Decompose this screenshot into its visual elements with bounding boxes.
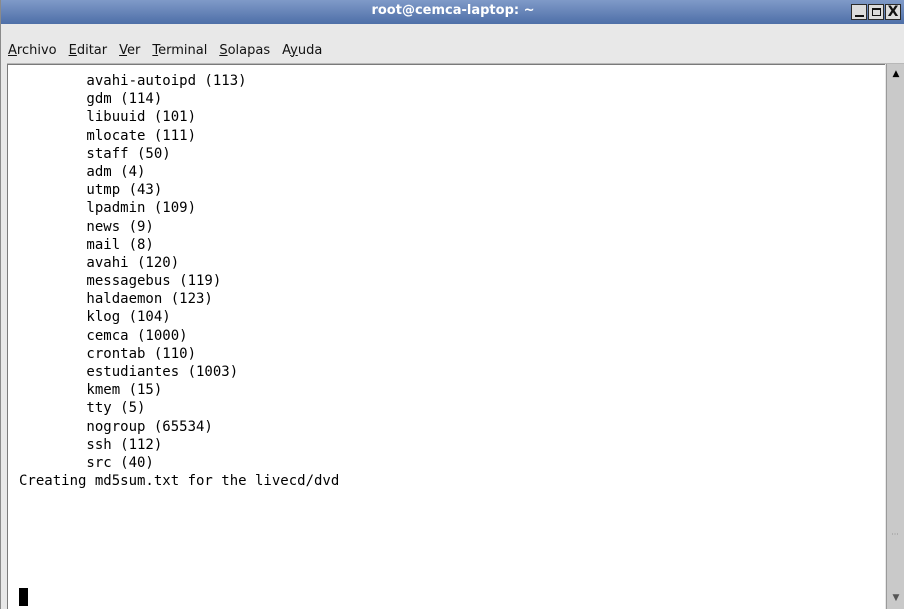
minimize-button[interactable] bbox=[851, 4, 867, 20]
terminal-window: root@cemca-laptop: ~ X Archivo Editar Ver T… bbox=[0, 0, 904, 609]
menu-ayuda[interactable]: Ayuda bbox=[276, 43, 328, 58]
terminal-output: avahi-autoipd (113) gdm (114) libuuid (1… bbox=[19, 72, 339, 490]
terminal-line: mail (8) bbox=[19, 236, 154, 253]
terminal-area[interactable]: avahi-autoipd (113) gdm (114) libuuid (1… bbox=[7, 64, 885, 609]
terminal-line: avahi (120) bbox=[19, 254, 180, 271]
maximize-icon bbox=[871, 8, 881, 16]
terminal-line: news (9) bbox=[19, 218, 154, 235]
maximize-button[interactable] bbox=[868, 4, 884, 20]
minimize-icon bbox=[854, 14, 864, 17]
terminal-line: messagebus (119) bbox=[19, 273, 222, 290]
menu-solapas[interactable]: Solapas bbox=[213, 43, 276, 58]
menu-terminal[interactable]: Terminal bbox=[146, 43, 213, 58]
menu-editar[interactable]: Editar bbox=[63, 43, 114, 58]
terminal-line: lpadmin (109) bbox=[19, 200, 197, 217]
vertical-scrollbar[interactable]: ▲ ··· ▼ bbox=[886, 64, 904, 609]
terminal-line: utmp (43) bbox=[19, 182, 163, 199]
terminal-line: adm (4) bbox=[19, 163, 146, 180]
arrow-up-icon[interactable]: ▲ bbox=[889, 66, 903, 82]
terminal-line: avahi-autoipd (113) bbox=[19, 73, 247, 89]
terminal-line: gdm (114) bbox=[19, 91, 163, 108]
terminal-line: haldaemon (123) bbox=[19, 291, 213, 308]
menu-ver[interactable]: Ver bbox=[113, 43, 146, 58]
terminal-line: klog (104) bbox=[19, 309, 171, 326]
terminal-line: staff (50) bbox=[19, 145, 171, 162]
terminal-line: kmem (15) bbox=[19, 382, 163, 399]
terminal-line: nogroup (65534) bbox=[19, 418, 213, 435]
terminal-line: libuuid (101) bbox=[19, 109, 197, 126]
title-bar[interactable]: root@cemca-laptop: ~ X bbox=[1, 0, 904, 24]
terminal-line: tty (5) bbox=[19, 400, 146, 417]
close-icon: X bbox=[887, 4, 899, 20]
scrollbar-track[interactable] bbox=[889, 84, 903, 586]
text-cursor bbox=[19, 588, 28, 606]
close-button[interactable]: X bbox=[885, 4, 901, 20]
window-title: root@cemca-laptop: ~ bbox=[371, 3, 535, 18]
terminal-line: ssh (112) bbox=[19, 436, 163, 453]
terminal-line: estudiantes (1003) bbox=[19, 364, 239, 380]
menu-bar: Archivo Editar Ver Terminal Solapas Ayuda bbox=[2, 38, 328, 62]
terminal-line: Creating md5sum.txt for the livecd/dvd bbox=[19, 473, 340, 490]
terminal-line: mlocate (111) bbox=[19, 127, 197, 144]
arrow-down-icon[interactable]: ▼ bbox=[889, 590, 903, 606]
menu-archivo[interactable]: Archivo bbox=[2, 43, 63, 58]
terminal-line: src (40) bbox=[19, 454, 154, 471]
terminal-line: cemca (1000) bbox=[19, 327, 188, 344]
scrollbar-grip-icon[interactable]: ··· bbox=[891, 531, 899, 550]
terminal-line: crontab (110) bbox=[19, 345, 197, 362]
